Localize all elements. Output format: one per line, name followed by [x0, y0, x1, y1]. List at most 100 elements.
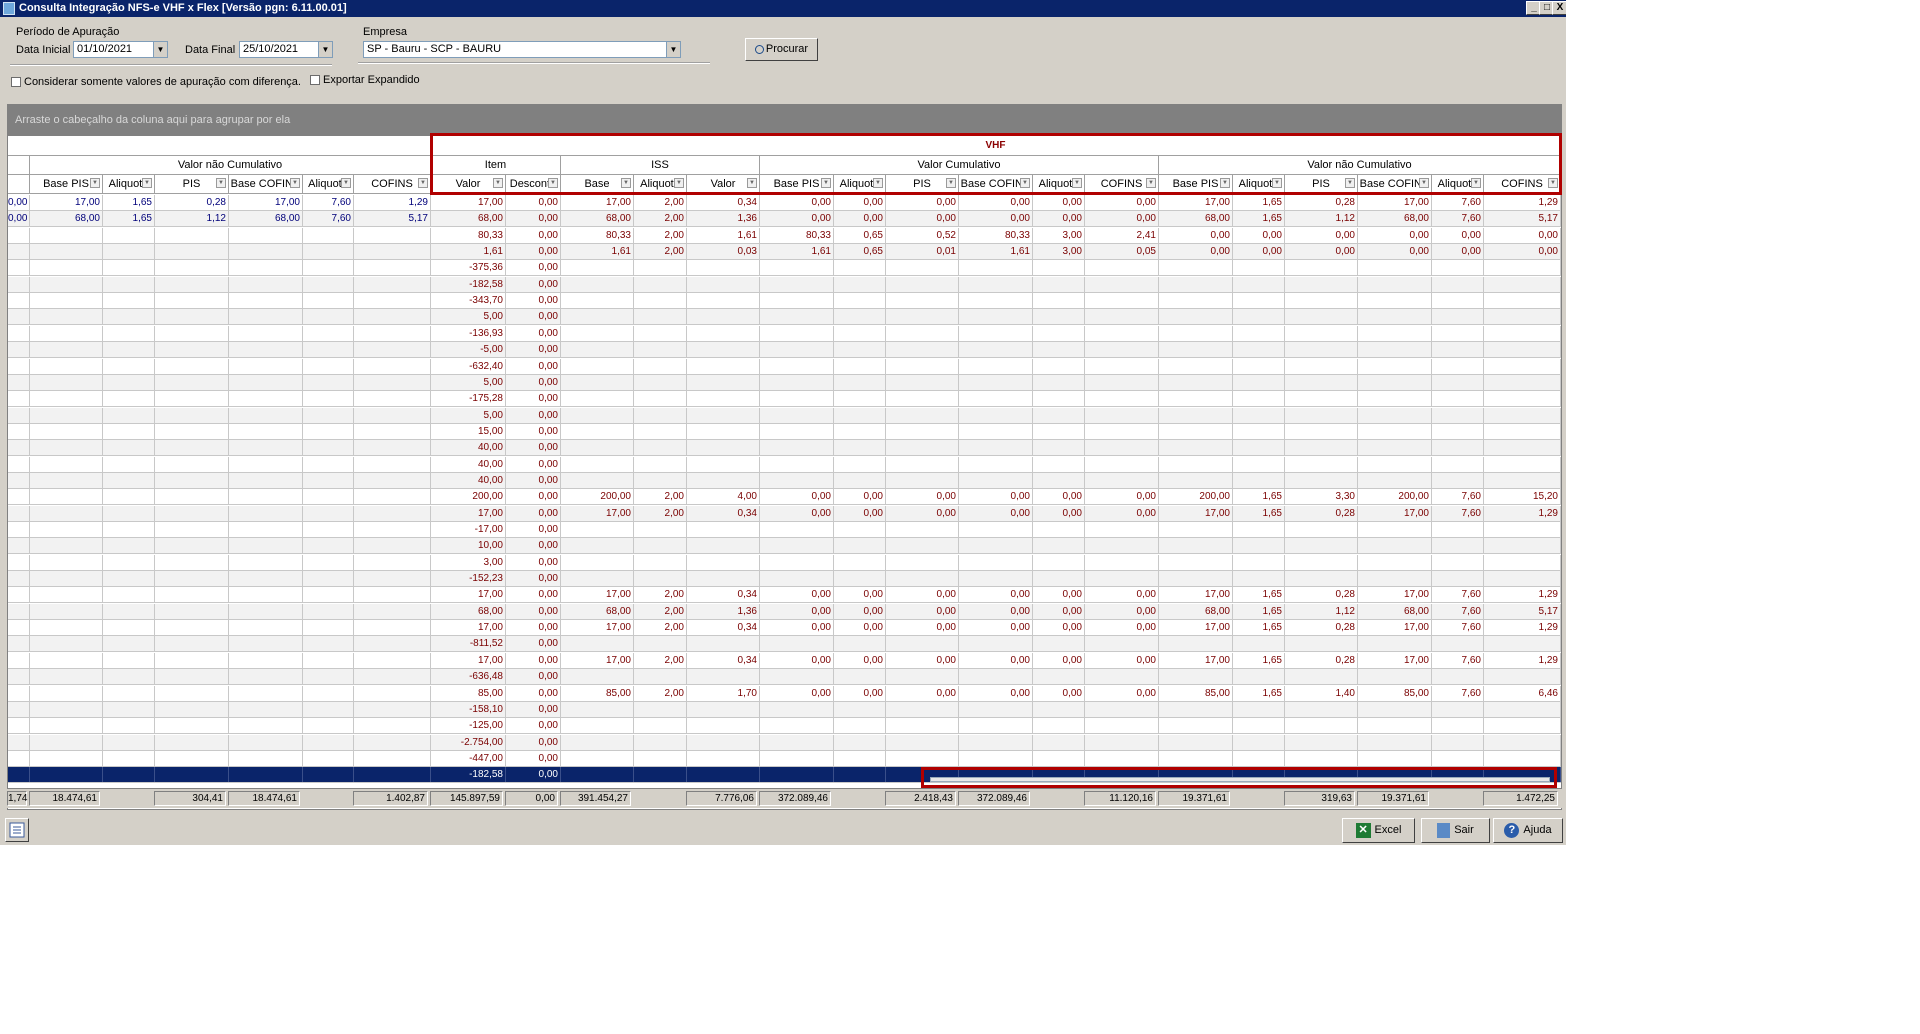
cell-vnc-base-pis[interactable]: 68,00 [1159, 211, 1233, 227]
cell-vnc-base-cofins[interactable] [1358, 522, 1432, 537]
cell-iss-aliquota[interactable] [634, 571, 687, 587]
cell-vc-base-cofins[interactable] [959, 391, 1033, 407]
cell-vc-base-pis[interactable] [760, 423, 834, 439]
considerar-checkbox[interactable] [11, 77, 21, 87]
cell-cofins[interactable] [354, 538, 431, 554]
cell-vnc-aliquota-cofins[interactable] [1432, 358, 1484, 374]
cell-aliquota-cofins[interactable]: 7,60 [303, 195, 354, 210]
cell-vc-cofins[interactable] [1085, 440, 1159, 456]
filter-icon[interactable]: ▼ [290, 178, 300, 188]
data-inicial-field[interactable]: 01/10/2021 ▼ [73, 41, 168, 58]
cell-vc-base-cofins[interactable] [959, 325, 1033, 341]
cell-vnc-base-cofins[interactable] [1358, 669, 1432, 685]
cell-item-valor[interactable]: -152,23 [431, 571, 506, 587]
cell-vc-pis[interactable] [886, 440, 959, 456]
cell-row-indicator[interactable] [8, 571, 30, 587]
cell-vnc-aliquota-pis[interactable] [1233, 571, 1285, 587]
cell-vnc-cofins[interactable] [1484, 522, 1561, 537]
cell-vnc-base-cofins[interactable]: 0,00 [1358, 227, 1432, 243]
cell-iss-base[interactable] [561, 293, 634, 309]
cell-vnc-pis[interactable] [1285, 571, 1358, 587]
cell-pis[interactable] [155, 620, 229, 636]
cell-base-cofins[interactable] [229, 522, 303, 537]
cell-cofins[interactable]: 1,29 [354, 195, 431, 210]
cell-vnc-base-pis[interactable] [1159, 276, 1233, 292]
cell-vnc-aliquota-cofins[interactable]: 7,60 [1432, 505, 1484, 521]
cell-vc-pis[interactable] [886, 636, 959, 652]
cell-vnc-base-pis[interactable] [1159, 571, 1233, 587]
cell-base-cofins[interactable] [229, 620, 303, 636]
cell-vnc-pis[interactable]: 0,28 [1285, 505, 1358, 521]
cell-iss-valor[interactable]: 0,34 [687, 195, 760, 210]
cell-row-indicator[interactable] [8, 620, 30, 636]
cell-cofins[interactable] [354, 685, 431, 701]
cell-vnc-pis[interactable]: 0,28 [1285, 195, 1358, 210]
cell-row-indicator[interactable] [8, 244, 30, 260]
cell-cofins[interactable] [354, 423, 431, 439]
cell-base-cofins[interactable] [229, 636, 303, 652]
cell-vc-pis[interactable] [886, 701, 959, 717]
cell-row-indicator[interactable] [8, 358, 30, 374]
cell-vc-aliquota-cofins[interactable] [1033, 750, 1085, 766]
cell-iss-valor[interactable] [687, 325, 760, 341]
cell-item-desconto[interactable]: 0,00 [506, 325, 561, 341]
cell-item-desconto[interactable]: 0,00 [506, 195, 561, 210]
cell-vnc-base-cofins[interactable] [1358, 718, 1432, 734]
cell-row-indicator[interactable] [8, 423, 30, 439]
cell-base-pis[interactable] [30, 636, 103, 652]
cell-vc-aliquota-cofins[interactable] [1033, 538, 1085, 554]
cell-vc-aliquota-cofins[interactable] [1033, 309, 1085, 325]
cell-vnc-aliquota-cofins[interactable]: 7,60 [1432, 489, 1484, 505]
cell-vnc-pis[interactable]: 0,28 [1285, 587, 1358, 603]
cell-cofins[interactable] [354, 260, 431, 276]
cell-cofins[interactable] [354, 342, 431, 358]
cell-iss-valor[interactable] [687, 734, 760, 750]
cell-row-indicator[interactable] [8, 538, 30, 554]
cell-vc-cofins[interactable] [1085, 734, 1159, 750]
cell-vnc-pis[interactable] [1285, 358, 1358, 374]
cell-vc-cofins[interactable] [1085, 669, 1159, 685]
cell-vc-cofins[interactable] [1085, 293, 1159, 309]
cell-cofins[interactable] [354, 571, 431, 587]
cell-vnc-pis[interactable] [1285, 456, 1358, 472]
table-row[interactable]: -447,00 0,00 [8, 750, 1561, 767]
table-row[interactable]: 200,00 0,00 200,00 2,00 4,00 0,00 0,00 0,00 0,00… [8, 489, 1561, 506]
cell-vnc-base-pis[interactable] [1159, 554, 1233, 570]
cell-item-desconto[interactable]: 0,00 [506, 652, 561, 668]
cell-vnc-aliquota-pis[interactable]: 1,65 [1233, 211, 1285, 227]
table-row[interactable]: -17,00 0,00 [8, 522, 1561, 538]
cell-vnc-base-cofins[interactable] [1358, 636, 1432, 652]
cell-vnc-pis[interactable] [1285, 669, 1358, 685]
cell-item-valor[interactable]: 17,00 [431, 620, 506, 636]
cell-item-valor[interactable]: 80,33 [431, 227, 506, 243]
cell-vc-pis[interactable]: 0,00 [886, 489, 959, 505]
cell-vc-base-pis[interactable] [760, 309, 834, 325]
cell-vnc-aliquota-cofins[interactable]: 7,60 [1432, 620, 1484, 636]
cell-vnc-cofins[interactable] [1484, 276, 1561, 292]
cell-vc-base-pis[interactable] [760, 260, 834, 276]
cell-vnc-aliquota-pis[interactable] [1233, 734, 1285, 750]
cell-vc-aliquota-cofins[interactable]: 3,00 [1033, 244, 1085, 260]
cell-base-pis[interactable] [30, 456, 103, 472]
cell-item-desconto[interactable]: 0,00 [506, 554, 561, 570]
cell-base-pis[interactable] [30, 423, 103, 439]
cell-vnc-pis[interactable]: 3,30 [1285, 489, 1358, 505]
cell-vnc-aliquota-pis[interactable] [1233, 342, 1285, 358]
cell-vnc-aliquota-cofins[interactable] [1432, 342, 1484, 358]
cell-vnc-aliquota-pis[interactable]: 0,00 [1233, 227, 1285, 243]
cell-vc-cofins[interactable] [1085, 358, 1159, 374]
band-valor-nao-cumulativo-left[interactable]: Valor não Cumulativo [30, 156, 431, 175]
cell-base-pis[interactable] [30, 472, 103, 488]
cell-vnc-aliquota-pis[interactable] [1233, 374, 1285, 390]
cell-aliquota-pis[interactable] [103, 554, 155, 570]
cell-cofins[interactable] [354, 734, 431, 750]
cell-vnc-base-pis[interactable] [1159, 750, 1233, 766]
cell-vc-aliquota-pis[interactable]: 0,00 [834, 620, 886, 636]
cell-cofins[interactable] [354, 391, 431, 407]
table-row[interactable]: 5,00 0,00 [8, 407, 1561, 424]
chevron-down-icon[interactable]: ▼ [318, 42, 332, 57]
cell-vc-base-pis[interactable]: 0,00 [760, 211, 834, 227]
cell-vc-cofins[interactable]: 0,00 [1085, 603, 1159, 619]
cell-base-cofins[interactable] [229, 309, 303, 325]
cell-cofins[interactable] [354, 701, 431, 717]
